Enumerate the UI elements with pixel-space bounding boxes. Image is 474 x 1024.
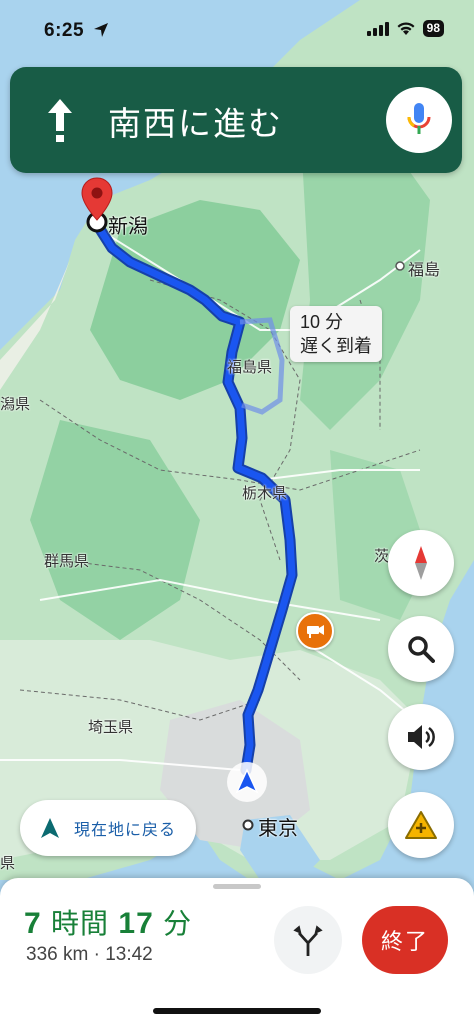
duration-hours-unit: 時間 — [51, 908, 110, 939]
duration-minutes: 17 — [118, 907, 154, 940]
recenter-button[interactable]: 現在地に戻る — [20, 800, 197, 856]
speed-camera-icon — [307, 625, 324, 638]
speaker-icon — [408, 725, 435, 749]
status-bar: 6:25 98 — [0, 0, 474, 56]
fork-route-icon — [293, 925, 323, 956]
map-label-ibaraki-partial: 茨 — [374, 548, 390, 565]
status-time: 6:25 — [44, 20, 85, 41]
trip-summary-sheet[interactable]: 7 時間 17 分 336 km · 13:42 終了 — [0, 878, 474, 1024]
map-label-tokyo: 東京 — [258, 818, 298, 840]
compass-icon — [415, 546, 427, 580]
navigation-instruction-banner[interactable]: 南西に進む — [10, 67, 462, 173]
drag-handle[interactable] — [213, 884, 261, 889]
home-indicator — [153, 1008, 321, 1014]
compass-button[interactable] — [388, 530, 454, 596]
wifi-icon — [397, 22, 415, 35]
report-incident-icon — [405, 811, 437, 839]
delay-text: 遅く到着 — [300, 336, 372, 356]
speed-camera-marker[interactable] — [296, 612, 334, 650]
mic-icon — [407, 103, 431, 134]
map-label-niigata-pref: 潟県 — [0, 396, 31, 413]
trip-duration: 7 時間 17 分 — [24, 902, 192, 942]
straight-arrow-icon — [48, 99, 72, 142]
end-navigation-button[interactable]: 終了 — [362, 906, 448, 974]
map-label-edge-ken: 県 — [0, 855, 16, 872]
location-services-icon — [94, 23, 108, 37]
map-label-tochigi-pref: 栃木県 — [242, 485, 288, 502]
map-label-saitama-pref: 埼玉県 — [88, 719, 134, 736]
duration-hours: 7 — [24, 907, 42, 940]
search-icon — [408, 636, 435, 663]
map-label-fukushima-pref: 福島県 — [227, 359, 273, 376]
alt-route-delay-tag[interactable]: 10 分 遅く到着 — [290, 306, 382, 362]
battery-indicator: 98 — [422, 20, 444, 37]
recenter-label: 現在地に戻る — [74, 822, 177, 839]
cellular-signal-icon — [366, 21, 389, 36]
navigation-arrow-icon — [41, 818, 59, 838]
sound-button[interactable] — [388, 704, 454, 770]
report-incident-button[interactable] — [388, 792, 454, 858]
alternate-routes-button[interactable] — [274, 906, 342, 974]
delay-minutes: 10 分 — [300, 312, 344, 332]
current-location-arrow-icon — [235, 768, 259, 794]
voice-search-button[interactable] — [386, 87, 452, 153]
map-label-fukushima-city: 福島 — [408, 262, 441, 279]
duration-minutes-unit: 分 — [163, 908, 193, 939]
distance-and-arrival: 336 km · 13:42 — [26, 944, 153, 965]
search-button[interactable] — [388, 616, 454, 682]
destination-label: 新潟 — [108, 216, 148, 238]
map-label-gunma-pref: 群馬県 — [44, 553, 90, 570]
instruction-text: 南西に進む — [108, 105, 283, 142]
